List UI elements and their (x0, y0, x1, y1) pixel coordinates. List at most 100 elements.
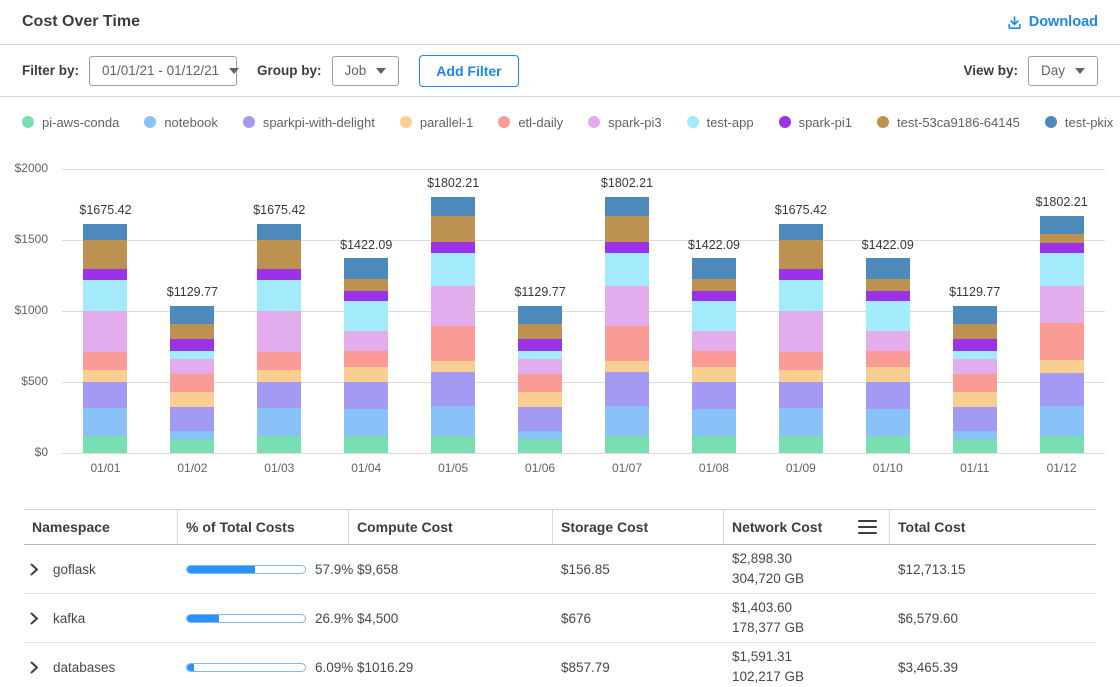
chart-bar-slot-01/01: $1675.4201/01 (62, 169, 149, 453)
bar-segment-notebook (692, 409, 736, 436)
bar-segment-spark-pi3 (779, 311, 823, 352)
legend-item-spark-pi3[interactable]: spark-pi3 (588, 115, 661, 130)
legend-item-test-app[interactable]: test-app (687, 115, 754, 130)
add-filter-button[interactable]: Add Filter (419, 55, 518, 87)
download-icon (1007, 15, 1022, 30)
bar-segment-test-53ca9186-64145 (605, 216, 649, 243)
bar-segment-etl-daily (344, 351, 388, 368)
legend-item-test-pkix[interactable]: test-pkix (1045, 115, 1113, 130)
legend-dot-icon (877, 116, 889, 128)
storage-cost-cell: $156.85 (552, 562, 723, 577)
stacked-bar-01/04 (344, 258, 388, 453)
network-cost-value: $1,591.31 (732, 647, 889, 667)
chart-bar-slot-01/02: $1129.7701/02 (149, 169, 236, 453)
bar-segment-pi-aws-conda (257, 436, 301, 453)
menu-icon[interactable] (858, 520, 877, 535)
legend-item-test-53ca9186-64145[interactable]: test-53ca9186-64145 (877, 115, 1020, 130)
bar-segment-spark-pi1 (431, 242, 475, 253)
x-axis-tick-label: 01/08 (699, 461, 729, 475)
bar-segment-test-app (692, 301, 736, 331)
view-by-value: Day (1041, 63, 1065, 78)
column-header-network-cost: Network Cost (723, 510, 889, 544)
bar-segment-parallel-1 (170, 392, 214, 407)
stacked-bar-01/08 (692, 258, 736, 453)
table-row-kafka: kafka26.9%$4,500$676$1,403.60178,377 GB$… (24, 594, 1096, 643)
bar-segment-sparkpi-with-delight (779, 382, 823, 408)
bar-segment-etl-daily (170, 374, 214, 392)
x-axis-tick-label: 01/07 (612, 461, 642, 475)
download-button[interactable]: Download (1007, 14, 1098, 30)
bar-segment-test-app (605, 253, 649, 286)
bar-segment-pi-aws-conda (953, 439, 997, 453)
column-header-percent-total-costs: % of Total Costs (177, 510, 348, 544)
bar-segment-test-app (344, 301, 388, 331)
column-header-total-cost: Total Cost (889, 510, 1096, 544)
bar-segment-sparkpi-with-delight (605, 372, 649, 405)
bar-segment-etl-daily (257, 352, 301, 370)
bar-segment-spark-pi3 (866, 331, 910, 351)
legend-dot-icon (1045, 116, 1057, 128)
storage-cost-cell: $857.79 (552, 660, 723, 675)
table-body: goflask57.9%$9,658$156.85$2,898.30304,72… (24, 545, 1096, 687)
bar-segment-pi-aws-conda (170, 439, 214, 453)
bar-segment-pi-aws-conda (605, 436, 649, 453)
legend-dot-icon (243, 116, 255, 128)
bar-segment-parallel-1 (257, 370, 301, 382)
namespace-name: kafka (53, 611, 85, 626)
chart-plot: $1675.4201/01$1129.7701/02$1675.4201/03$… (62, 169, 1105, 453)
expand-row-chevron-icon[interactable] (30, 563, 39, 576)
legend-item-label: test-app (707, 115, 754, 130)
legend-item-label: sparkpi-with-delight (263, 115, 375, 130)
bar-segment-pi-aws-conda (431, 436, 475, 453)
y-axis-tick-label: $1500 (0, 232, 48, 246)
chevron-down-icon (376, 68, 386, 74)
bar-segment-test-pkix (257, 224, 301, 240)
network-cost-cell: $1,591.31102,217 GB (723, 643, 889, 687)
expand-row-chevron-icon[interactable] (30, 612, 39, 625)
bar-segment-etl-daily (1040, 323, 1084, 360)
legend-item-pi-aws-conda[interactable]: pi-aws-conda (22, 115, 119, 130)
bar-segment-spark-pi1 (692, 291, 736, 301)
bar-segment-test-pkix (1040, 216, 1084, 234)
group-by-select[interactable]: Job (332, 56, 400, 86)
bar-segment-test-53ca9186-64145 (257, 240, 301, 269)
table-row-goflask: goflask57.9%$9,658$156.85$2,898.30304,72… (24, 545, 1096, 594)
group-by-value: Job (345, 63, 367, 78)
chart-legend: pi-aws-conda notebook sparkpi-with-delight… (0, 97, 1120, 147)
bar-segment-test-app (518, 351, 562, 359)
compute-cost-cell: $1016.29 (348, 660, 552, 675)
bar-segment-sparkpi-with-delight (257, 382, 301, 408)
network-cost-cell: $1,403.60178,377 GB (723, 594, 889, 642)
x-axis-tick-label: 01/11 (960, 461, 989, 475)
bar-segment-test-app (779, 280, 823, 311)
storage-cost-cell: $676 (552, 611, 723, 626)
expand-row-chevron-icon[interactable] (30, 661, 39, 674)
network-cost-cell: $2,898.30304,720 GB (723, 545, 889, 593)
bar-segment-test-pkix (779, 224, 823, 240)
legend-item-parallel-1[interactable]: parallel-1 (400, 115, 473, 130)
legend-item-notebook[interactable]: notebook (144, 115, 218, 130)
stacked-bar-01/07 (605, 197, 649, 453)
namespace-cell: databases (24, 660, 177, 675)
bar-segment-pi-aws-conda (692, 436, 736, 453)
bar-total-label: $1129.77 (167, 285, 218, 299)
legend-item-sparkpi-with-delight[interactable]: sparkpi-with-delight (243, 115, 375, 130)
bar-total-label: $1129.77 (949, 285, 1000, 299)
bar-segment-spark-pi1 (605, 242, 649, 253)
bar-segment-spark-pi3 (344, 331, 388, 351)
bar-segment-pi-aws-conda (1040, 436, 1084, 453)
bar-segment-test-pkix (692, 258, 736, 279)
bar-segment-test-pkix (866, 258, 910, 279)
bar-segment-test-53ca9186-64145 (692, 279, 736, 291)
bar-segment-test-pkix (518, 306, 562, 324)
chevron-down-icon (229, 68, 239, 74)
bar-segment-test-app (83, 280, 127, 311)
view-by-select[interactable]: Day (1028, 56, 1098, 86)
chart-bars: $1675.4201/01$1129.7701/02$1675.4201/03$… (62, 169, 1105, 453)
bar-total-label: $1422.09 (862, 238, 914, 252)
bar-segment-spark-pi1 (779, 269, 823, 280)
bar-segment-test-app (953, 351, 997, 359)
legend-item-etl-daily[interactable]: etl-daily (498, 115, 563, 130)
date-range-select[interactable]: 01/01/21 - 01/12/21 (89, 56, 237, 86)
legend-item-spark-pi1[interactable]: spark-pi1 (779, 115, 852, 130)
